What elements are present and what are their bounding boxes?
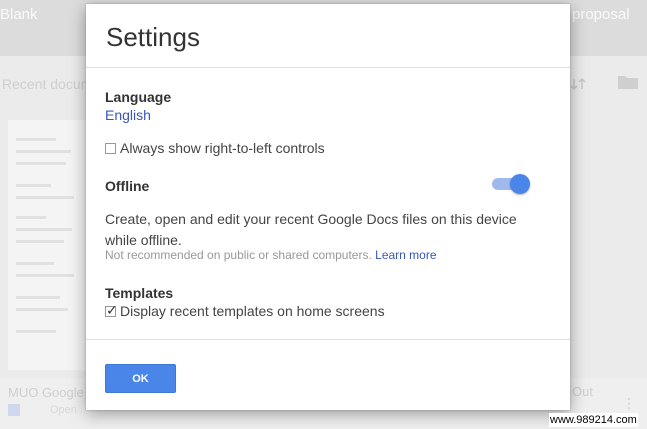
folder-icon — [618, 74, 638, 89]
offline-note-text: Not recommended on public or shared comp… — [105, 248, 372, 262]
rtl-controls-label: Always show right-to-left controls — [120, 140, 325, 156]
offline-toggle[interactable] — [492, 173, 530, 195]
recent-templates-checkbox[interactable]: ✓ — [105, 301, 118, 318]
docs-file-icon — [8, 404, 20, 416]
learn-more-link[interactable]: Learn more — [375, 248, 436, 262]
footer-divider — [86, 339, 570, 340]
language-label: Language — [105, 89, 172, 105]
offline-toggle-knob — [510, 174, 530, 194]
recent-templates-label: Display recent templates on home screens — [120, 303, 385, 319]
sort-icon — [570, 76, 586, 92]
background-document-subtitle: Open — [50, 404, 77, 416]
background-template-blank: Blank — [0, 6, 38, 23]
dialog-title: Settings — [106, 22, 200, 52]
header-divider — [86, 67, 570, 68]
checkmark-icon: ✓ — [106, 301, 118, 318]
settings-dialog: Settings Language English Always show ri… — [86, 4, 570, 410]
offline-description: Create, open and edit your recent Google… — [105, 211, 517, 248]
offline-label: Offline — [105, 178, 150, 194]
background-document-title: MUO Google — [8, 385, 84, 400]
language-select[interactable]: English — [105, 107, 151, 123]
background-document-thumbnail — [8, 120, 86, 370]
offline-note: Not recommended on public or shared comp… — [105, 248, 437, 262]
rtl-controls-option[interactable]: Always show right-to-left controls — [105, 139, 325, 157]
background-right-card-text: Out — [572, 384, 593, 399]
recent-templates-option[interactable]: ✓ Display recent templates on home scree… — [105, 302, 385, 320]
ok-button[interactable]: OK — [105, 364, 176, 393]
more-options-icon: ⋮ — [622, 395, 636, 411]
rtl-controls-checkbox[interactable] — [105, 142, 116, 154]
watermark: www.989214.com — [549, 413, 638, 427]
templates-label: Templates — [105, 285, 174, 301]
background-template-proposal: proposal — [572, 6, 630, 23]
